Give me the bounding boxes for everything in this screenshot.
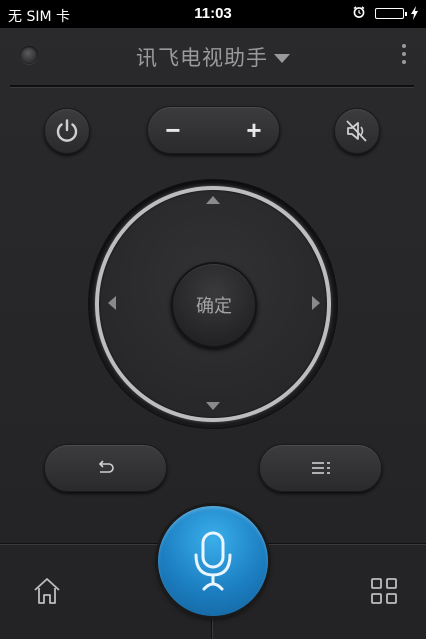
alarm-icon <box>353 6 365 18</box>
voice-input-button[interactable] <box>158 506 268 616</box>
battery-icon <box>375 8 407 19</box>
arrow-left-icon[interactable] <box>108 296 116 310</box>
menu-button[interactable] <box>259 444 382 492</box>
arrow-up-icon[interactable] <box>206 196 220 204</box>
remote-screen: 无 SIM 卡 11:03 讯飞电视助手 − + 确定 <box>0 0 426 639</box>
more-vertical-icon[interactable] <box>398 44 410 68</box>
menu-icon <box>311 462 330 474</box>
header-divider <box>10 85 414 88</box>
dropdown-caret-icon <box>274 54 290 63</box>
mute-icon <box>346 120 367 142</box>
volume-down-button[interactable]: − <box>158 115 188 146</box>
ok-button[interactable]: 确定 <box>171 262 257 348</box>
charging-bolt-icon <box>411 6 418 20</box>
home-icon[interactable] <box>32 576 62 606</box>
power-button[interactable] <box>44 108 90 154</box>
back-icon <box>98 460 114 473</box>
device-selector[interactable]: 讯飞电视助手 <box>0 42 426 72</box>
apps-grid-icon[interactable] <box>370 577 398 605</box>
mute-button[interactable] <box>334 108 380 154</box>
ok-label: 确定 <box>196 296 232 317</box>
arrow-right-icon[interactable] <box>312 296 320 310</box>
back-button[interactable] <box>44 444 167 492</box>
power-icon <box>56 119 78 142</box>
arrow-down-icon[interactable] <box>206 402 220 410</box>
volume-up-button[interactable]: + <box>239 115 269 146</box>
page-title: 讯飞电视助手 <box>136 46 268 70</box>
microphone-icon <box>194 531 232 591</box>
volume-control: − + <box>147 106 280 154</box>
status-bar: 无 SIM 卡 11:03 <box>0 0 426 28</box>
